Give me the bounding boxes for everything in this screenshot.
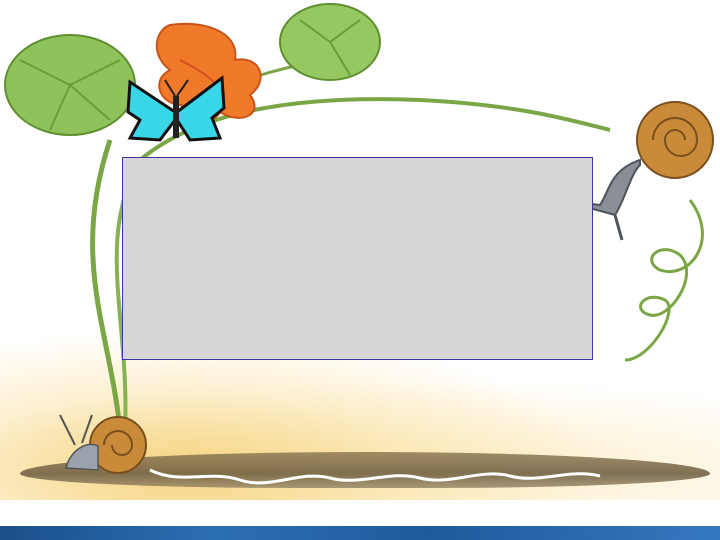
snail-icon [59, 414, 147, 474]
leaf-icon [279, 3, 381, 81]
bottom-bar [0, 526, 720, 540]
leaf-icon [4, 34, 136, 136]
decorative-background [0, 0, 720, 540]
blank-content-panel [122, 157, 593, 360]
